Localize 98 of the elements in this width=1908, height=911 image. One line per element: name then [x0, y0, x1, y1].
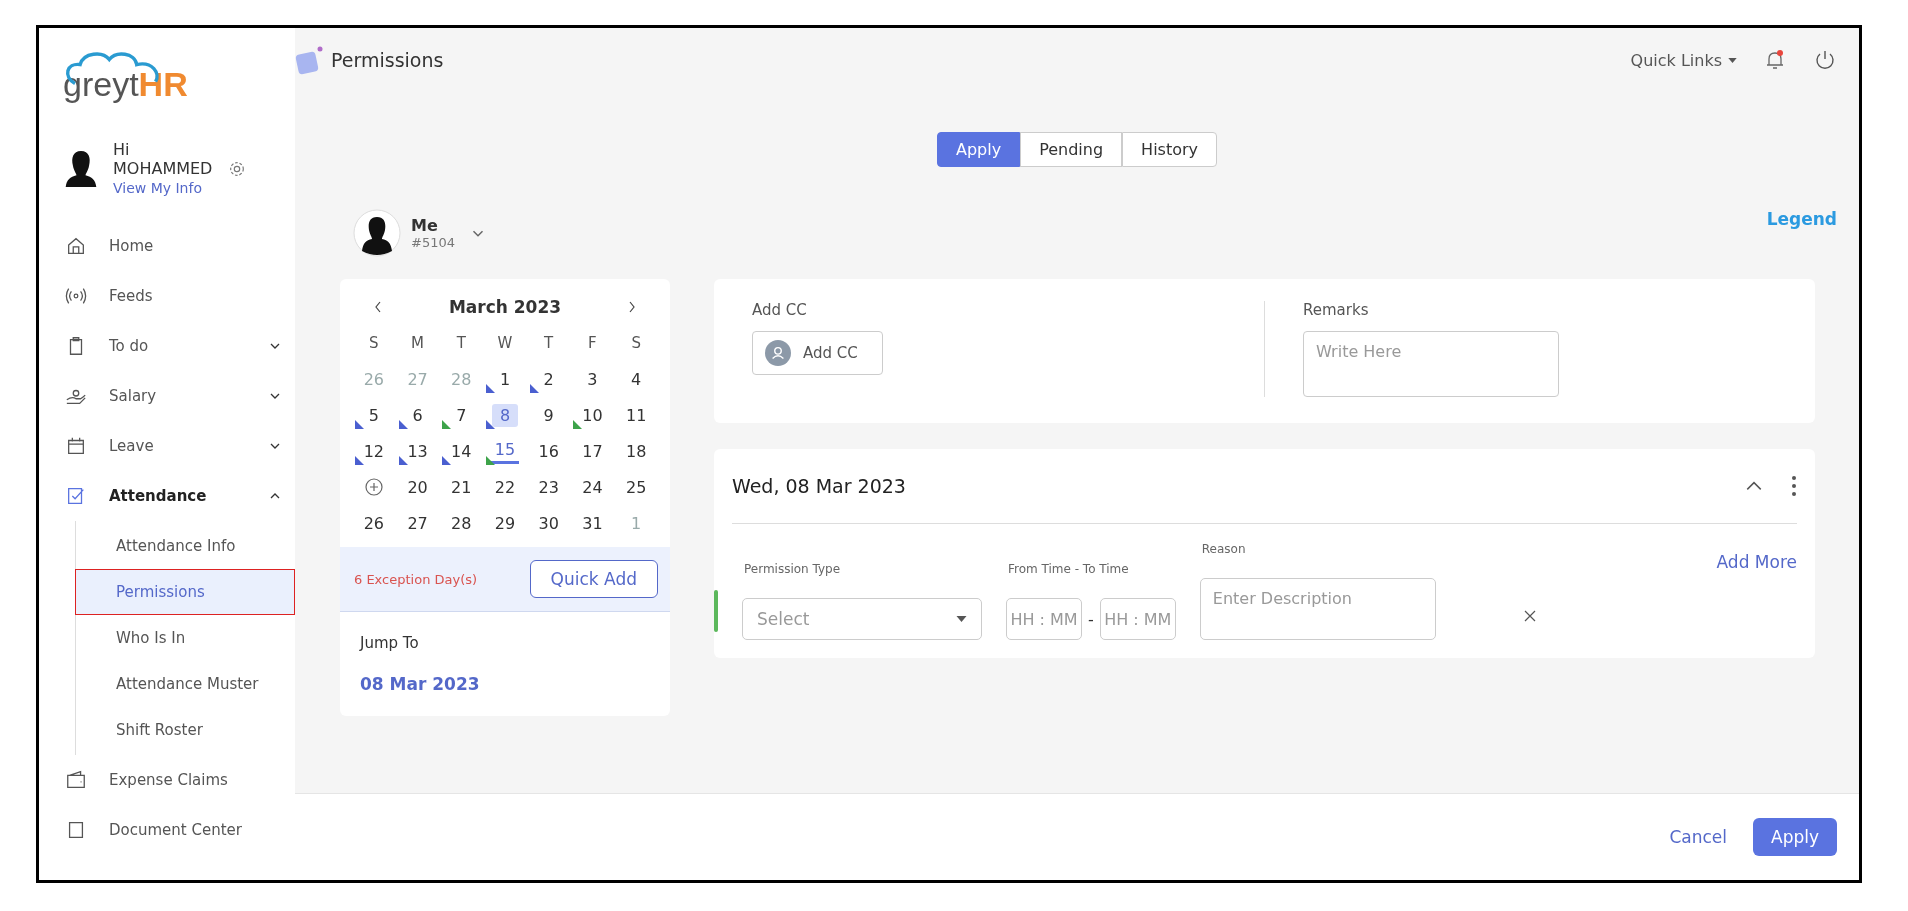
calendar-day[interactable]: 22: [490, 475, 520, 499]
sidebar-item[interactable]: Salary: [39, 371, 295, 421]
calendar-day[interactable]: 23: [534, 475, 563, 499]
apply-button[interactable]: Apply: [1753, 818, 1837, 856]
submenu-item[interactable]: Attendance Muster: [75, 661, 295, 707]
from-time-field[interactable]: HH : MM: [1006, 598, 1082, 640]
sidebar-item[interactable]: Document Center: [39, 805, 295, 855]
time-separator: -: [1088, 609, 1094, 629]
calendar-day[interactable]: 29: [490, 511, 520, 535]
avatar-silhouette-icon: [353, 209, 401, 257]
weekday-label: M: [410, 333, 426, 354]
month-title: March 2023: [448, 297, 562, 317]
add-circle-icon[interactable]: [363, 477, 384, 497]
calendar-day[interactable]: 12: [359, 439, 389, 463]
submenu-item[interactable]: Attendance Info: [75, 523, 295, 569]
tab[interactable]: Pending: [1020, 132, 1123, 167]
calendar-day[interactable]: 17: [578, 439, 607, 463]
next-month-icon[interactable]: [628, 301, 636, 313]
person-icon: [765, 340, 791, 366]
weekday-label: W: [496, 333, 514, 354]
greythr-logo: greytHR: [63, 50, 193, 104]
calendar-day[interactable]: 1: [492, 367, 518, 391]
caret-icon: [956, 616, 967, 622]
calendar-day[interactable]: 7: [448, 403, 475, 427]
calendar-day[interactable]: 27: [403, 511, 432, 535]
remarks-label: Remarks: [1303, 301, 1370, 319]
home-icon: [65, 235, 87, 257]
entry-date-title: Wed, 08 Mar 2023: [732, 475, 907, 497]
submenu-item[interactable]: Permissions: [75, 569, 295, 615]
calendar-day[interactable]: 24: [578, 475, 607, 499]
page-badge-icon: [295, 45, 325, 75]
jump-date-link[interactable]: 08 Mar 2023: [360, 674, 650, 694]
calendar-day[interactable]: 5: [360, 403, 387, 427]
weekday-label: S: [368, 333, 380, 354]
submenu-item[interactable]: Shift Roster: [75, 707, 295, 753]
calendar-day[interactable]: 4: [623, 367, 650, 391]
sidebar-item[interactable]: Home: [39, 221, 295, 271]
page-title: Permissions: [331, 49, 444, 71]
tab[interactable]: History: [1122, 132, 1218, 167]
calendar-day[interactable]: 30: [534, 511, 563, 535]
weekday-label: F: [587, 333, 598, 354]
reason-label: Reason: [1200, 542, 1247, 556]
close-icon[interactable]: [1523, 610, 1536, 622]
sidebar-item[interactable]: Feeds: [39, 271, 295, 321]
tab[interactable]: Apply: [936, 132, 1021, 167]
reason-field[interactable]: Enter Description: [1199, 578, 1436, 640]
chevron-down-icon[interactable]: [471, 228, 485, 238]
add-more-link[interactable]: Add More: [1716, 552, 1797, 572]
quick-add-button[interactable]: Quick Add: [529, 560, 658, 598]
to-time-field[interactable]: HH : MM: [1099, 598, 1176, 640]
view-my-info-link[interactable]: View My Info: [113, 180, 202, 196]
calendar-day[interactable]: 8: [492, 403, 518, 427]
calendar-day[interactable]: 6: [404, 403, 431, 427]
quick-links-dropdown[interactable]: Quick Links: [1630, 50, 1737, 70]
sidebar-item[interactable]: To do: [39, 321, 295, 371]
calendar-day[interactable]: 31: [578, 511, 607, 535]
calendar-day[interactable]: 21: [447, 475, 476, 499]
calendar-day[interactable]: 25: [621, 475, 651, 499]
employee-id: #5104: [411, 235, 455, 250]
calendar-day[interactable]: 14: [447, 439, 476, 463]
sidebar-item[interactable]: Expense Claims: [39, 755, 295, 805]
weekday-label: S: [630, 333, 642, 354]
sidebar-item[interactable]: Leave: [39, 421, 295, 471]
collapse-icon[interactable]: [1745, 480, 1763, 492]
power-icon[interactable]: [1813, 48, 1837, 72]
permission-type-label: Permission Type: [743, 562, 842, 576]
calendar-day[interactable]: 20: [403, 475, 432, 499]
weekday-label: T: [455, 333, 467, 354]
time-range-label: From Time - To Time: [1007, 562, 1130, 576]
row-indicator-bar: [714, 590, 718, 632]
exception-days-text: 6 Exception Day(s): [354, 571, 478, 587]
sidebar-item[interactable]: Attendance: [39, 471, 295, 521]
jump-to-label: Jump To: [360, 634, 420, 652]
calendar-day[interactable]: 16: [534, 439, 563, 463]
more-options-icon[interactable]: [1791, 475, 1797, 497]
settings-icon[interactable]: [228, 159, 247, 178]
calendar-day[interactable]: 28: [447, 511, 476, 535]
employee-name: Me: [411, 216, 439, 235]
weekday-label: T: [543, 333, 555, 354]
calendar-day[interactable]: 9: [535, 403, 562, 427]
calendar-day[interactable]: 13: [403, 439, 432, 463]
submenu-item[interactable]: Who Is In: [75, 615, 295, 661]
add-cc-button[interactable]: Add CC: [752, 331, 883, 375]
previous-month-icon[interactable]: [374, 301, 382, 313]
cancel-link[interactable]: Cancel: [1669, 827, 1727, 847]
calendar-day[interactable]: 2: [535, 367, 562, 391]
calendar-day[interactable]: 18: [621, 439, 651, 463]
calendar-day[interactable]: 11: [621, 403, 651, 427]
add-cc-label: Add CC: [752, 301, 808, 319]
calendar-icon: [65, 435, 87, 457]
wallet-icon: [65, 769, 87, 791]
calendar-day[interactable]: 26: [359, 511, 389, 535]
caret-icon: [1728, 57, 1737, 63]
greeting-text: Hi: [113, 140, 131, 159]
calendar-day[interactable]: 3: [579, 367, 606, 391]
user-name: MOHAMMED: [113, 159, 213, 178]
remarks-field[interactable]: Write Here: [1303, 331, 1559, 397]
calendar-day[interactable]: 10: [578, 403, 607, 427]
